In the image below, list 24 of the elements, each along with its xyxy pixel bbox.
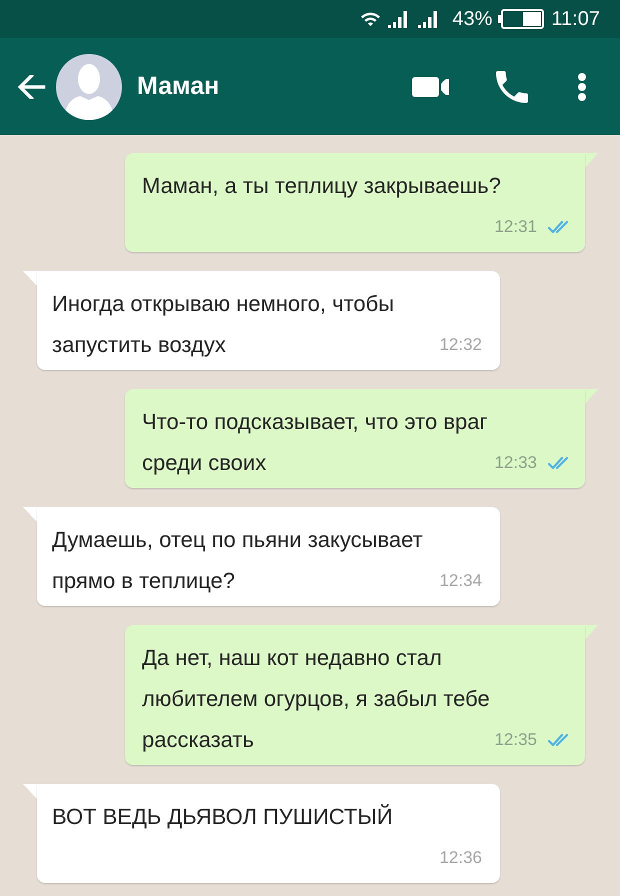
- message-text: Что-то подсказывает, что это враг среди своих: [142, 408, 489, 477]
- message-time: 12:36: [439, 848, 482, 868]
- signal-icon: [388, 10, 408, 28]
- message-text: Маман, а ты теплицу закрываешь?: [142, 172, 502, 200]
- back-arrow-icon[interactable]: [17, 74, 46, 98]
- status-time: 11:07: [551, 8, 600, 30]
- message-text: ВОТ ВЕДЬ ДЬЯВОЛ ПУШИСТЫЙ: [52, 803, 394, 831]
- message-time: 12:31: [494, 216, 537, 236]
- message-time: 12:35: [494, 730, 537, 750]
- video-camera-icon[interactable]: [412, 76, 450, 98]
- message-time: 12:32: [439, 334, 482, 354]
- phone-icon[interactable]: [496, 70, 528, 102]
- message-time: 12:33: [494, 452, 537, 472]
- contact-name: Маман: [137, 72, 220, 101]
- more-options-icon[interactable]: [577, 72, 587, 100]
- avatar-icon[interactable]: [56, 54, 122, 120]
- message-text: Да нет, наш кот недавно стал любителем огурцов, я забыл тебе рассказать: [142, 644, 491, 754]
- signal-icon: [418, 10, 438, 28]
- message-text: Иногда открываю немного, чтобы запустить воздух: [52, 290, 396, 359]
- message-text: Думаешь, отец по пьяни закусывает прямо в теплице?: [52, 526, 424, 595]
- wifi-icon: [361, 11, 380, 27]
- battery-percentage: 43%: [452, 8, 492, 30]
- message-time: 12:34: [439, 570, 482, 590]
- battery-icon: [498, 9, 544, 29]
